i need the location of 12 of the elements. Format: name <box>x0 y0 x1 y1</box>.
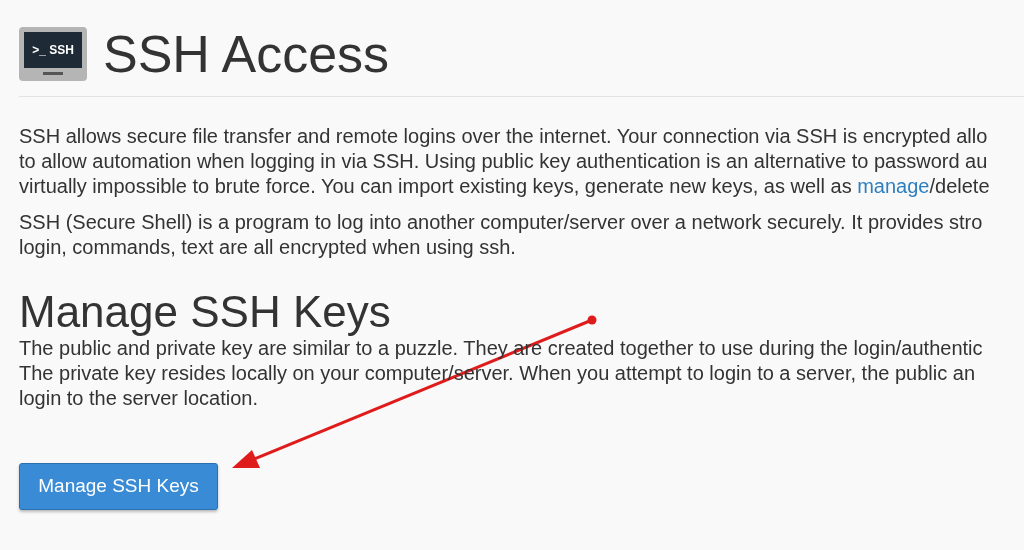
page-title: SSH Access <box>103 24 390 85</box>
manage-ssh-keys-button[interactable]: Manage SSH Keys <box>19 463 218 510</box>
about-text-line: login, commands, text are all encrypted when using ssh. <box>19 235 517 260</box>
intro-text-line: virtually impossible to brute force. You can import existing keys, generate new keys, as well as <box>19 174 853 199</box>
intro-text-line: to allow automation when logging in via SSH. Using public key authentication is an alternative to password au <box>19 149 989 174</box>
about-text-line: SSH (Secure Shell) is a program to log into another computer/server over a network securely. It provides stro <box>19 210 984 235</box>
icon-label: >_ SSH <box>32 42 74 59</box>
section-text-line: login to the server location. <box>19 386 260 411</box>
intro-text-line: /delete <box>929 174 990 199</box>
section-heading: Manage SSH Keys <box>19 288 392 336</box>
intro-text-line: SSH allows secure file transfer and remote logins over the internet. Your connection via SSH is encrypted allo <box>19 124 989 149</box>
manage-link[interactable]: manage <box>857 174 930 199</box>
